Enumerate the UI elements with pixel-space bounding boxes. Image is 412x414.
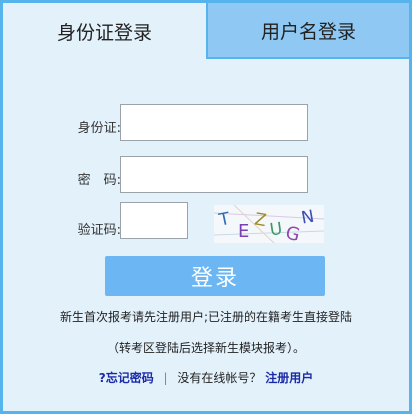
captcha-graphic: T E Z U G N [213,204,325,246]
captcha-char: N [300,207,316,229]
captcha-char: T [216,209,232,231]
tab-id-card-login[interactable]: 身份证登录 [3,3,206,59]
captcha-image[interactable]: T E Z U G N [213,204,325,246]
link-separator: | [163,371,168,385]
tab-username-login-label: 用户名登录 [260,20,356,43]
register-notice: 新生首次报考请先注册用户;已注册的在籍考生直接登陆 [59,310,353,324]
captcha-label: 验证码: [77,223,121,238]
captcha-char: U [269,219,284,241]
login-button[interactable]: 登录 [105,256,325,296]
account-links: ?忘记密码 | 没有在线帐号？ 注册用户 [3,369,409,386]
password-label: 密 码: [77,173,121,188]
captcha-char: G [283,222,302,243]
no-account-text: 没有在线帐号？ [177,371,262,385]
password-input[interactable] [120,156,308,193]
id-card-label: 身份证: [77,121,121,136]
register-link[interactable]: 注册用户 [265,371,313,385]
id-card-input[interactable] [120,104,308,141]
tab-id-card-login-label: 身份证登录 [56,21,152,44]
login-panel: 身份证登录 用户名登录 身份证: 密 码: 验证码: T E Z U G N 登… [0,0,412,414]
captcha-input[interactable] [120,202,188,239]
forgot-password-link[interactable]: ?忘记密码 [99,371,154,385]
captcha-char: E [238,221,249,242]
login-button-label: 登录 [190,266,239,291]
tab-username-login[interactable]: 用户名登录 [206,3,409,59]
transfer-notice: （转考区登陆后选择新生模块报考）。 [106,341,305,355]
captcha-char: Z [253,210,268,232]
